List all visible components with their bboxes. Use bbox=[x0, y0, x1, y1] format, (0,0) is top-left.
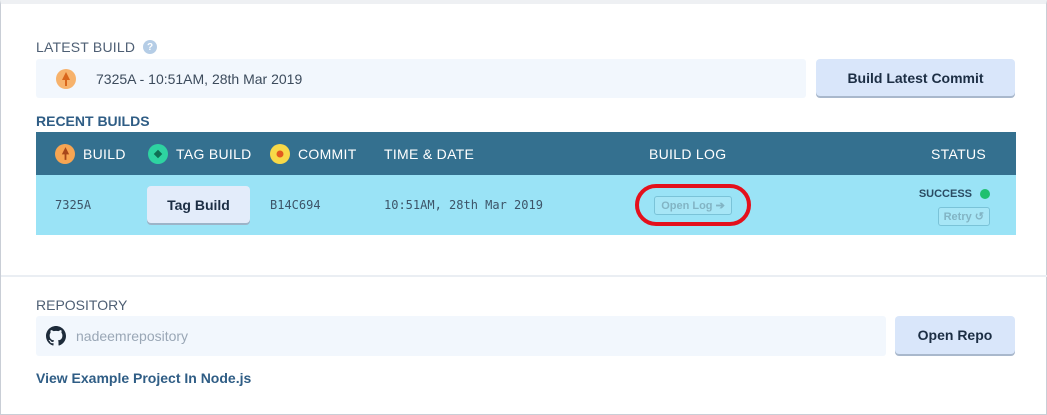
table-row: 7325A Tag Build B14C694 10:51AM, 28th Ma… bbox=[36, 175, 1016, 235]
view-example-project-link[interactable]: View Example Project In Node.js bbox=[36, 370, 251, 386]
build-latest-commit-button[interactable]: Build Latest Commit bbox=[816, 59, 1015, 96]
build-time-date: 10:51AM, 28th Mar 2019 bbox=[384, 198, 543, 212]
open-log-button[interactable]: Open Log ➔ bbox=[654, 195, 732, 215]
column-build-log: BUILD LOG bbox=[649, 132, 726, 175]
section-divider bbox=[1, 275, 1047, 277]
tag-build-button[interactable]: Tag Build bbox=[147, 186, 250, 223]
column-build: BUILD bbox=[55, 132, 126, 175]
column-time-date-label: TIME & DATE bbox=[384, 145, 475, 162]
open-repo-button[interactable]: Open Repo bbox=[895, 316, 1015, 354]
build-panel: LATEST BUILD ? 7325A - 10:51AM, 28th Mar… bbox=[0, 0, 1047, 415]
column-build-label: BUILD bbox=[83, 145, 126, 162]
column-status-label: STATUS bbox=[931, 145, 986, 162]
repository-label: REPOSITORY bbox=[36, 297, 128, 313]
column-tag-build-label: TAG BUILD bbox=[176, 145, 252, 162]
column-status: STATUS bbox=[931, 132, 986, 175]
column-time-date: TIME & DATE bbox=[384, 132, 474, 175]
latest-build-title: LATEST BUILD bbox=[36, 39, 136, 55]
latest-build-summary: 7325A - 10:51AM, 28th Mar 2019 bbox=[96, 70, 303, 87]
column-build-log-label: BUILD LOG bbox=[649, 145, 727, 162]
recent-builds-label: RECENT BUILDS bbox=[36, 113, 150, 129]
success-dot-icon bbox=[980, 189, 990, 199]
tag-icon bbox=[148, 143, 168, 164]
repository-field bbox=[36, 316, 886, 356]
repository-input[interactable] bbox=[76, 328, 776, 344]
build-icon bbox=[56, 68, 76, 89]
column-tag-build: TAG BUILD bbox=[148, 132, 252, 175]
builds-table-header: BUILD TAG BUILD COMMIT TIME & DATE BUILD… bbox=[36, 132, 1016, 175]
status-badge: SUCCESS bbox=[919, 188, 990, 200]
retry-button[interactable]: Retry ↺ bbox=[937, 207, 990, 226]
build-icon bbox=[55, 143, 75, 164]
help-icon[interactable]: ? bbox=[143, 40, 158, 54]
status-text: SUCCESS bbox=[918, 188, 972, 200]
build-id: 7325A bbox=[55, 198, 92, 212]
column-commit-label: COMMIT bbox=[298, 145, 357, 162]
column-commit: COMMIT bbox=[270, 132, 357, 175]
open-log-highlight: Open Log ➔ bbox=[635, 184, 751, 226]
latest-build-display: 7325A - 10:51AM, 28th Mar 2019 bbox=[36, 59, 806, 98]
commit-hash: B14C694 bbox=[270, 198, 321, 212]
commit-icon bbox=[270, 143, 290, 164]
github-icon bbox=[46, 326, 66, 346]
latest-build-label: LATEST BUILD ? bbox=[36, 39, 158, 55]
